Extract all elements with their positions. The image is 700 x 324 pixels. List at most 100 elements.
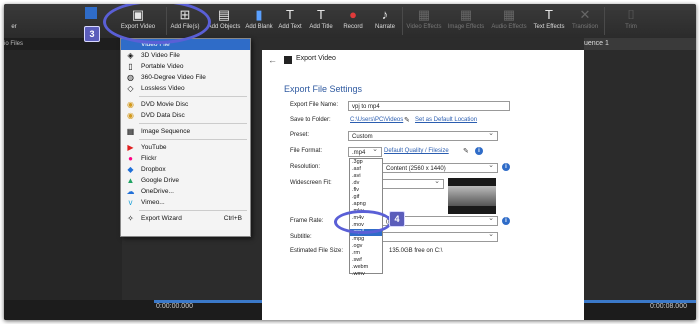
menu-item-shortcut: Ctrl+B	[223, 215, 242, 222]
menu-item[interactable]: ▲ Google Drive	[121, 175, 250, 186]
resolution-label: Resolution:	[290, 164, 321, 170]
format-option[interactable]: .gif	[350, 194, 382, 201]
resolution-info-icon[interactable]: i	[502, 163, 510, 171]
format-option[interactable]: .mpg	[350, 236, 382, 243]
audio-effects-button[interactable]: ▦ Audio Effects	[490, 6, 528, 36]
save-folder-link[interactable]: C:\Users\PC\Videos	[350, 117, 403, 123]
app-window: er ▣ Export Video ⊞ Add File(s) ▤ Add Objec…	[4, 4, 696, 320]
image-effects-icon: ▦	[459, 7, 473, 22]
subtitle-select[interactable]	[382, 230, 498, 242]
menu-item[interactable]: ◇ Lossless Video	[121, 83, 250, 94]
frame-rate-info-icon[interactable]: i	[502, 217, 510, 225]
format-option[interactable]: .swf	[350, 257, 382, 264]
format-option[interactable]: .webm	[350, 264, 382, 271]
format-option[interactable]: .ogv	[350, 243, 382, 250]
menu-item[interactable]: v Vimeo...	[121, 197, 250, 208]
menu-item-label: OneDrive...	[141, 188, 174, 195]
menu-item[interactable]: ● Flickr	[121, 153, 250, 164]
trim-button[interactable]: ⌷ Trim	[619, 6, 643, 36]
menu-item-label: YouTube	[141, 144, 167, 151]
drive-icon: ▲	[126, 176, 135, 185]
format-option[interactable]: .wmv	[350, 271, 382, 278]
resolution-select[interactable]: Content (2560 x 1440)	[382, 161, 498, 173]
toolbar-separator	[402, 7, 403, 35]
flickr-icon: ●	[128, 154, 133, 163]
lossless-icon: ◇	[127, 84, 134, 93]
wizard-icon: ✧	[127, 214, 134, 223]
add-objects-icon: ▤	[217, 7, 231, 22]
edit-quality-pencil-icon[interactable]: ✎	[463, 147, 469, 155]
menu-item[interactable]: ◉ DVD Data Disc	[121, 110, 250, 121]
menu-item-label: Vimeo...	[141, 199, 165, 206]
menu-item[interactable]: ◆ Dropbox	[121, 164, 250, 175]
add-title-icon: T	[317, 7, 325, 22]
disc-icon: ◉	[127, 100, 134, 109]
format-option[interactable]: .dv	[350, 180, 382, 187]
3d-icon: ◈	[127, 51, 134, 60]
menu-item[interactable]: ▦ Image Sequence	[121, 126, 250, 137]
narrate-button[interactable]: ♪ Narrate	[372, 6, 398, 36]
save-folder-label: Save to Folder:	[290, 117, 331, 123]
onedrive-icon: ☁	[126, 187, 135, 196]
file-format-label: File Format:	[290, 148, 323, 154]
vimeo-icon: v	[128, 198, 133, 207]
edit-folder-pencil-icon[interactable]: ✎	[404, 116, 410, 124]
add-blank-button[interactable]: ▮ Add Blank	[245, 6, 273, 36]
format-option[interactable]: .apng	[350, 201, 382, 208]
text-effects-icon: T	[545, 7, 553, 22]
audio-effects-icon: ▦	[502, 7, 516, 22]
back-arrow-icon[interactable]: ←	[268, 55, 277, 65]
record-button[interactable]: ● Record	[340, 6, 366, 36]
default-quality-link[interactable]: Default Quality / Filesize	[384, 148, 449, 154]
menu-item[interactable]: ▯ Portable Video	[121, 61, 250, 72]
image-effects-button[interactable]: ▦ Image Effects	[447, 6, 485, 36]
preset-select[interactable]: Custom	[348, 129, 498, 141]
globe-icon: ◍	[127, 73, 134, 82]
text-effects-button[interactable]: T Text Effects	[532, 6, 566, 36]
video-effects-button[interactable]: ▦ Video Effects	[406, 6, 442, 36]
format-option[interactable]: .asf	[350, 166, 382, 173]
format-option[interactable]: .3gp	[350, 159, 382, 166]
menu-item-label: DVD Movie Disc	[141, 101, 189, 108]
add-title-button[interactable]: T Add Title	[308, 6, 334, 36]
video-effects-icon: ▦	[417, 7, 431, 22]
media-bin-header: io Files	[4, 38, 122, 50]
format-info-icon[interactable]: i	[475, 147, 483, 155]
format-option[interactable]: .rm	[350, 250, 382, 257]
add-text-icon: T	[286, 7, 294, 22]
menu-item[interactable]: ◉ DVD Movie Disc	[121, 99, 250, 110]
add-objects-button[interactable]: ▤ Add Objects	[207, 6, 241, 36]
menu-item-label: 3D Video File	[141, 52, 180, 59]
step-4-badge: 4	[389, 211, 405, 227]
menu-item[interactable]: ✧ Export Wizard Ctrl+B	[121, 213, 250, 224]
free-space-text: 135.0GB free on C:\	[389, 248, 443, 254]
menu-item-label: 360-Degree Video File	[141, 74, 206, 81]
menu-item-label: Lossless Video	[141, 85, 185, 92]
widescreen-preview-image	[448, 178, 496, 214]
widescreen-fit-select[interactable]	[382, 177, 444, 189]
export-menu: ▭ Video File ◈ 3D Video File ▯ Portable Video…	[120, 38, 251, 237]
transition-button[interactable]: ✕ Transition	[570, 6, 600, 36]
toolbar-separator	[604, 7, 605, 35]
menu-item-label: Image Sequence	[141, 128, 191, 135]
preset-label: Preset:	[290, 132, 310, 138]
menu-item[interactable]: ▶ YouTube	[121, 142, 250, 153]
menu-item[interactable]: ☁ OneDrive...	[121, 186, 250, 197]
file-name-input[interactable]: vpj to mp4	[348, 101, 510, 111]
dialog-header: ← Export Video	[262, 50, 584, 70]
menu-item[interactable]: ◈ 3D Video File	[121, 50, 250, 61]
frame-rate-label: Frame Rate:	[290, 218, 324, 224]
youtube-icon: ▶	[127, 143, 134, 152]
format-option[interactable]: .flv	[350, 187, 382, 194]
file-format-select[interactable]: .mp4	[348, 145, 382, 157]
format-option[interactable]: .avi	[350, 173, 382, 180]
sequence-tab[interactable]: uence 1	[584, 38, 696, 50]
disc-icon: ◉	[127, 111, 134, 120]
add-text-button[interactable]: T Add Text	[277, 6, 303, 36]
menu-item-label: Export Wizard	[141, 215, 182, 222]
set-default-location-link[interactable]: Set as Default Location	[415, 117, 477, 123]
menu-item[interactable]: ◍ 360-Degree Video File	[121, 72, 250, 83]
trim-icon: ⌷	[627, 7, 635, 22]
save-icon	[85, 7, 97, 19]
toolbar-cut-icon	[6, 7, 22, 22]
